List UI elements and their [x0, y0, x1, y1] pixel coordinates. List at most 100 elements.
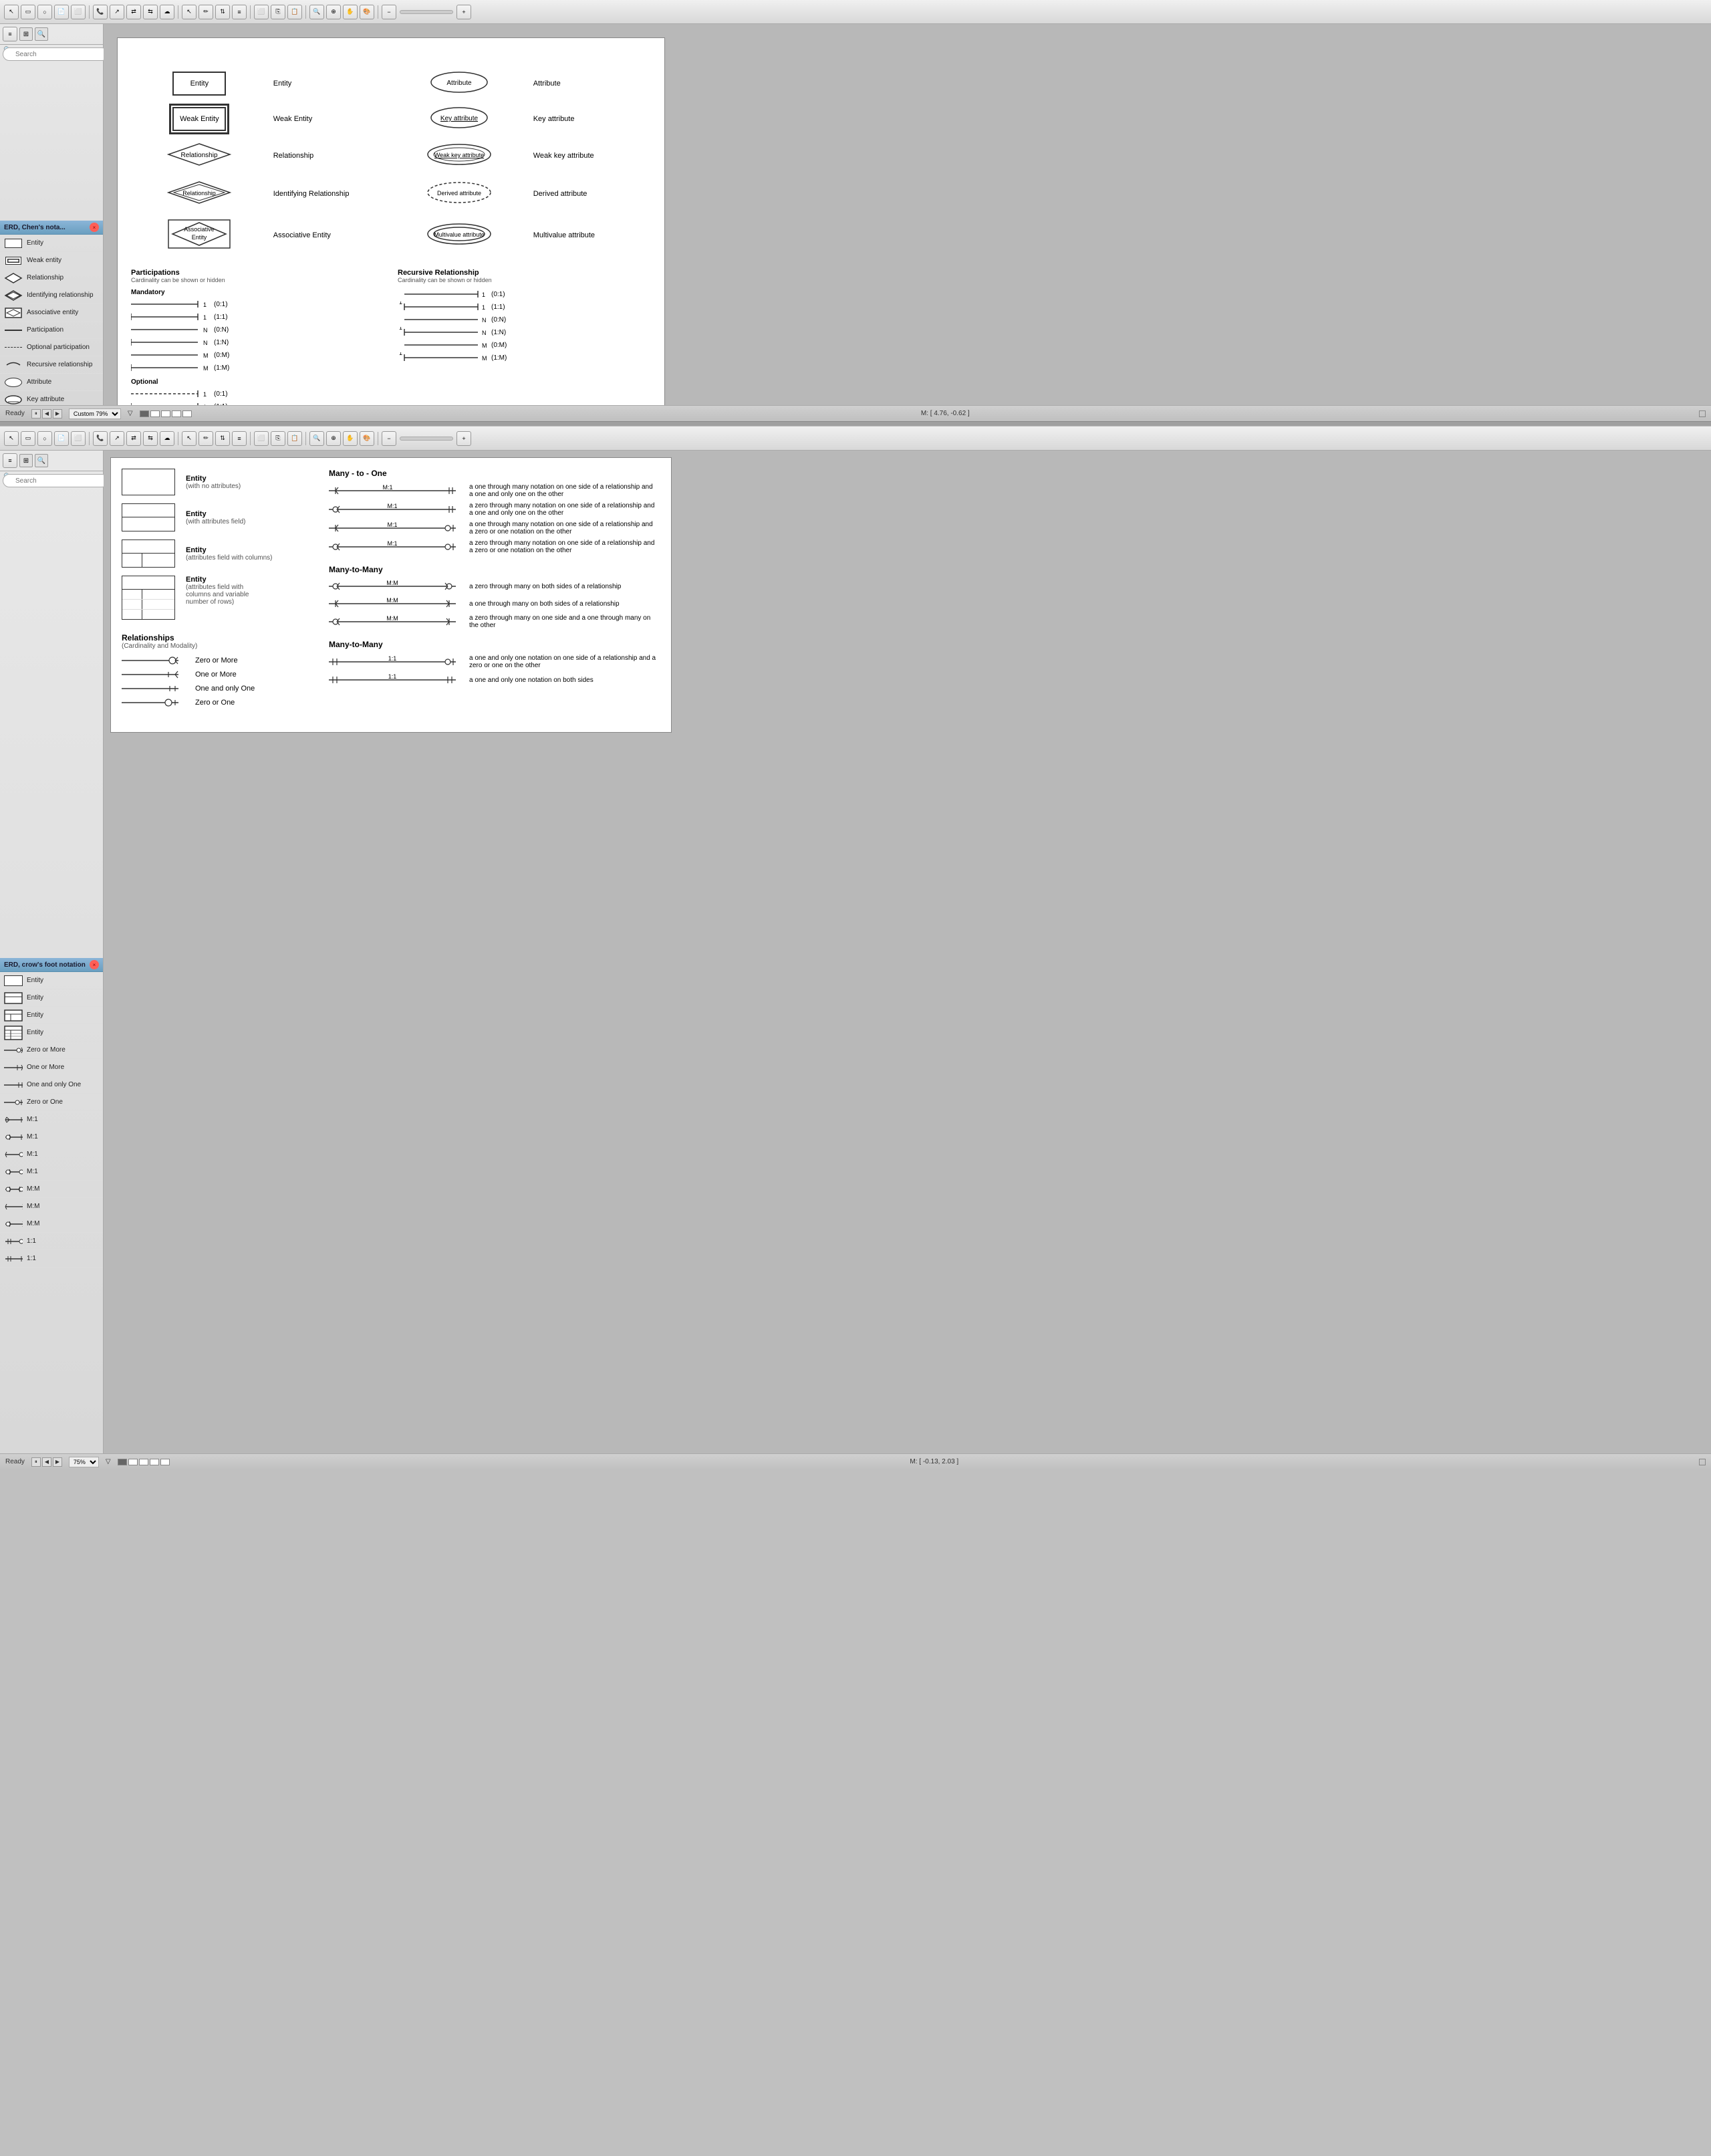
toolbar2-btn-cloud[interactable]: ☁ — [160, 431, 174, 446]
sidebar-item-cf-entity-1[interactable]: Entity — [0, 972, 103, 989]
resize-handle-1[interactable] — [1699, 410, 1706, 417]
sidebar-item-weak-entity[interactable]: Weak entity — [0, 252, 103, 269]
sidebar-toggle-btn[interactable]: ≡ — [3, 27, 17, 41]
toolbar-btn-rect2[interactable]: ⬜ — [71, 5, 86, 19]
sidebar-item-cf-entity-2[interactable]: Entity — [0, 989, 103, 1007]
sidebar-item-mm-1[interactable]: M:M — [0, 1181, 103, 1198]
zoom-slider[interactable] — [400, 10, 453, 14]
sidebar2-search-btn[interactable]: 🔍 — [35, 454, 48, 467]
toolbar2-btn-zoom-out[interactable]: − — [382, 431, 396, 446]
search-input-1[interactable] — [3, 47, 108, 61]
sidebar-item-m1-3[interactable]: M:1 — [0, 1146, 103, 1163]
sidebar-close-btn-1[interactable]: × — [90, 223, 99, 232]
toolbar2-btn-cursor[interactable]: ↖ — [4, 431, 19, 446]
toolbar2-btn-doc[interactable]: 📄 — [54, 431, 69, 446]
nav2-prev-btn[interactable]: ◀ — [42, 1457, 51, 1467]
toolbar2-btn-color[interactable]: 🎨 — [360, 431, 374, 446]
sidebar-item-entity[interactable]: Entity — [0, 235, 103, 252]
page-icon2-4[interactable] — [150, 1459, 159, 1465]
toolbar-btn-doc[interactable]: 📄 — [54, 5, 69, 19]
sidebar-item-zero-one[interactable]: Zero or One — [0, 1094, 103, 1111]
page-icon2-3[interactable] — [139, 1459, 148, 1465]
sidebar-item-m1-1[interactable]: M:1 — [0, 1111, 103, 1128]
toolbar-btn-cloud[interactable]: ☁ — [160, 5, 174, 19]
toolbar2-btn-paste[interactable]: 📋 — [287, 431, 302, 446]
nav2-next-btn[interactable]: ▶ — [53, 1457, 62, 1467]
sidebar-item-one-more[interactable]: One or More — [0, 1059, 103, 1076]
nav-next-btn[interactable]: ▶ — [53, 409, 62, 418]
toolbar-btn-menu[interactable]: ≡ — [232, 5, 247, 19]
sidebar2-grid-btn[interactable]: ⊞ — [19, 454, 33, 467]
sidebar-item-11-1[interactable]: 1:1 — [0, 1233, 103, 1250]
toolbar2-btn-square[interactable]: ⬜ — [254, 431, 269, 446]
toolbar-btn-pan[interactable]: ✋ — [343, 5, 358, 19]
page-icon-5[interactable] — [182, 410, 192, 417]
toolbar-btn-square[interactable]: ⬜ — [254, 5, 269, 19]
sidebar-grid-btn[interactable]: ⊞ — [19, 27, 33, 41]
toolbar-btn-search[interactable]: 🔍 — [309, 5, 324, 19]
page-select-2[interactable]: 75% — [69, 1457, 99, 1467]
toolbar-btn-align[interactable]: ⇅ — [215, 5, 230, 19]
toolbar-btn-pen[interactable]: ✏ — [199, 5, 213, 19]
toolbar2-btn-menu[interactable]: ≡ — [232, 431, 247, 446]
toolbar2-btn-search[interactable]: 🔍 — [309, 431, 324, 446]
toolbar2-btn-phone[interactable]: 📞 — [93, 431, 108, 446]
toolbar2-btn-cursor2[interactable]: ↖ — [182, 431, 196, 446]
toolbar2-btn-arrows2[interactable]: ⇆ — [143, 431, 158, 446]
page-icon2-2[interactable] — [128, 1459, 138, 1465]
toolbar2-btn-rect2[interactable]: ⬜ — [71, 431, 86, 446]
toolbar-btn-arrows[interactable]: ⇄ — [126, 5, 141, 19]
search-input-2[interactable] — [3, 474, 108, 487]
sidebar2-toggle-btn[interactable]: ≡ — [3, 453, 17, 468]
toolbar2-btn-copy[interactable]: ⎘ — [271, 431, 285, 446]
toolbar-btn-cursor2[interactable]: ↖ — [182, 5, 196, 19]
sidebar-item-recursive-rel[interactable]: Recursive relationship — [0, 356, 103, 374]
sidebar-item-relationship[interactable]: Relationship — [0, 269, 103, 287]
sidebar-search-btn[interactable]: 🔍 — [35, 27, 48, 41]
toolbar-btn-zoom-out[interactable]: − — [382, 5, 396, 19]
page-icon-4[interactable] — [172, 410, 181, 417]
toolbar2-btn-arrow[interactable]: ↗ — [110, 431, 124, 446]
page-icon-2[interactable] — [150, 410, 160, 417]
resize-handle-2[interactable] — [1699, 1459, 1706, 1465]
toolbar-btn-paste[interactable]: 📋 — [287, 5, 302, 19]
sidebar-item-cf-entity-4[interactable]: Entity — [0, 1024, 103, 1042]
page-icon-1[interactable] — [140, 410, 149, 417]
toolbar2-btn-pen[interactable]: ✏ — [199, 431, 213, 446]
sidebar-item-opt-participation[interactable]: Optional participation — [0, 339, 103, 356]
toolbar-btn-rect[interactable]: ▭ — [21, 5, 35, 19]
sidebar-item-key-attr[interactable]: Key attribute — [0, 391, 103, 405]
nav2-pause-btn[interactable]: ⏸ — [31, 1457, 41, 1467]
sidebar-item-assoc-entity[interactable]: Associative entity — [0, 304, 103, 322]
sidebar-item-zero-more[interactable]: Zero or More — [0, 1042, 103, 1059]
toolbar2-btn-zoom[interactable]: ⊕ — [326, 431, 341, 446]
page-icon-3[interactable] — [161, 410, 170, 417]
sidebar-item-m1-4[interactable]: M:1 — [0, 1163, 103, 1181]
sidebar-item-cf-entity-3[interactable]: Entity — [0, 1007, 103, 1024]
nav-pause-btn[interactable]: ⏸ — [31, 409, 41, 418]
toolbar2-btn-rect[interactable]: ▭ — [21, 431, 35, 446]
sidebar-item-m1-2[interactable]: M:1 — [0, 1128, 103, 1146]
page-icon2-5[interactable] — [160, 1459, 170, 1465]
toolbar2-btn-arrows[interactable]: ⇄ — [126, 431, 141, 446]
toolbar-btn-phone[interactable]: 📞 — [93, 5, 108, 19]
toolbar-btn-arrows2[interactable]: ⇆ — [143, 5, 158, 19]
sidebar-item-participation[interactable]: Participation — [0, 322, 103, 339]
sidebar-item-id-relationship[interactable]: Identifying relationship — [0, 287, 103, 304]
toolbar2-btn-zoom-in[interactable]: + — [456, 431, 471, 446]
nav-prev-btn[interactable]: ◀ — [42, 409, 51, 418]
sidebar-close-btn-2[interactable]: × — [90, 960, 99, 969]
toolbar-btn-zoom[interactable]: ⊕ — [326, 5, 341, 19]
toolbar-btn-arrow[interactable]: ↗ — [110, 5, 124, 19]
toolbar2-btn-circle[interactable]: ○ — [37, 431, 52, 446]
sidebar-item-attribute[interactable]: Attribute — [0, 374, 103, 391]
sidebar-item-mm-2[interactable]: M:M — [0, 1198, 103, 1215]
toolbar-btn-circle[interactable]: ○ — [37, 5, 52, 19]
page-select-1[interactable]: Custom 79% — [69, 408, 121, 419]
zoom-slider-2[interactable] — [400, 437, 453, 441]
sidebar-item-11-2[interactable]: 1:1 — [0, 1250, 103, 1268]
sidebar-item-one-only[interactable]: One and only One — [0, 1076, 103, 1094]
toolbar-btn-zoom-in[interactable]: + — [456, 5, 471, 19]
sidebar-item-mm-3[interactable]: M:M — [0, 1215, 103, 1233]
toolbar-btn-color[interactable]: 🎨 — [360, 5, 374, 19]
